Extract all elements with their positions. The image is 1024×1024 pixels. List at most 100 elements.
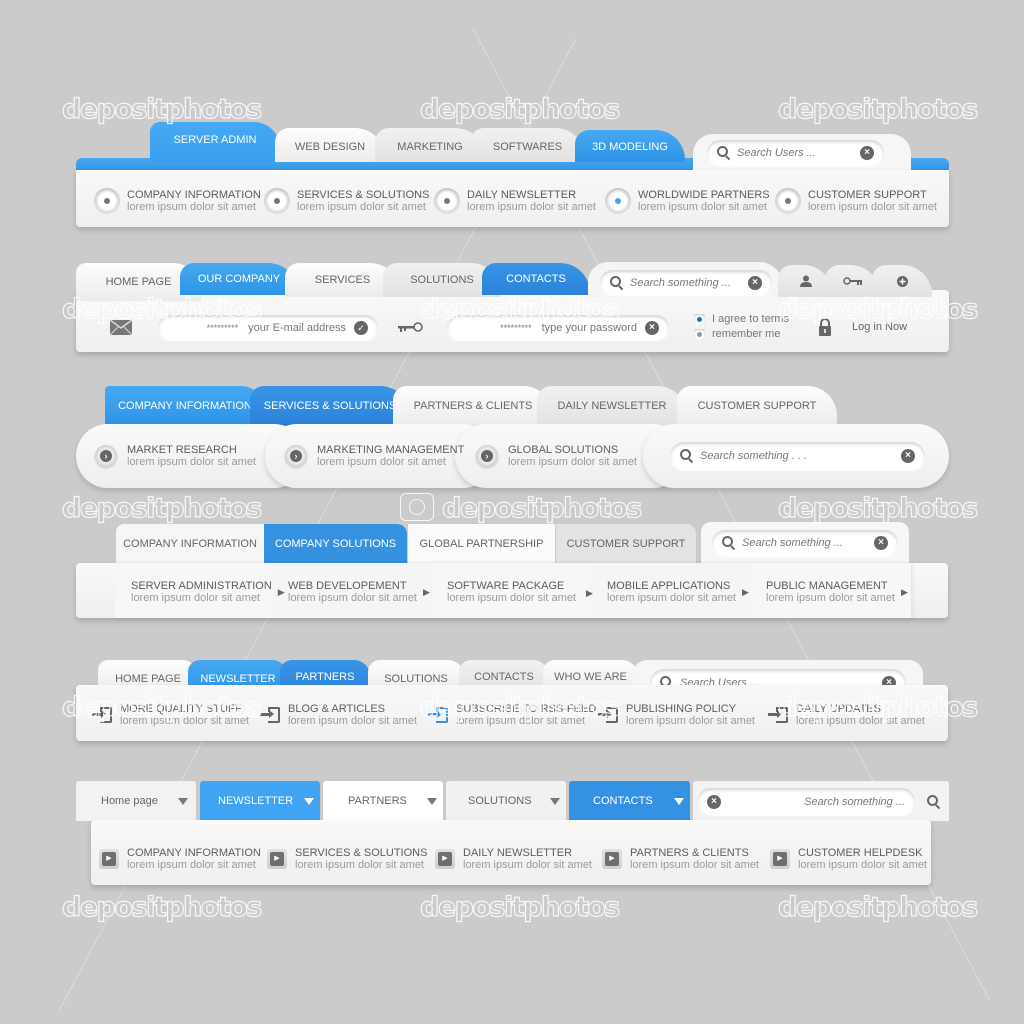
nav2-search-input[interactable]: Search something ... × [600, 270, 772, 295]
nav3-tab-services-solutions[interactable]: SERVICES & SOLUTIONS [250, 386, 410, 426]
enter-icon [598, 706, 618, 724]
item-title: PUBLIC MANAGEMENT [766, 580, 888, 592]
chevron-down-icon [427, 797, 437, 805]
chevron-right-icon: ▶ [277, 586, 285, 597]
nav3-tab-company-information[interactable]: COMPANY INFORMATION [105, 386, 265, 426]
nav6-item[interactable]: ▶ PARTNERS & CLIENTS lorem ipsum dolor si… [602, 847, 759, 871]
arrow-right-icon: › [476, 445, 498, 467]
item-title: DAILY UPDATES [796, 703, 881, 715]
nav1-tab-3d-modeling[interactable]: 3D MODELING [575, 130, 685, 162]
nav2-tab-plus[interactable] [872, 265, 932, 297]
nav1-tab-softwares[interactable]: SOFTWARES [470, 128, 585, 162]
nav6-tab-home-page[interactable]: Home page [76, 781, 196, 821]
close-icon[interactable]: × [874, 536, 888, 550]
nav3-tab-daily-newsletter[interactable]: DAILY NEWSLETTER [537, 386, 687, 426]
item-subtitle: lorem ipsum dolor sit amet [295, 859, 424, 871]
enter-icon [428, 706, 448, 724]
radio-icon [775, 188, 801, 214]
item-title: CUSTOMER SUPPORT [808, 189, 927, 201]
nav4-search-input[interactable]: Search something ... × [712, 530, 898, 556]
nav1-search-input[interactable]: Search Users ... × [707, 140, 884, 166]
play-icon: ▶ [435, 849, 455, 869]
nav3-search-input[interactable]: Search something . . . × [670, 442, 925, 470]
nav1-item-selected[interactable]: WORLDWIDE PARTNERS lorem ipsum dolor sit … [605, 188, 770, 214]
login-button[interactable]: Log in Now [812, 312, 932, 342]
nav6-search-input[interactable]: × Search something ... [697, 788, 915, 815]
nav4-tab-customer-support[interactable]: CUSTOMER SUPPORT [556, 524, 696, 564]
nav4-tab-global-partnership[interactable]: GLOBAL PARTNERSHIP [408, 524, 555, 564]
nav1-item[interactable]: COMPANY INFORMATION lorem ipsum dolor sit… [94, 188, 261, 214]
lock-icon [819, 318, 831, 336]
item-title: MOBILE APPLICATIONS [607, 580, 731, 592]
watermark-camera-logo [400, 493, 438, 521]
close-icon[interactable]: × [645, 320, 659, 335]
nav1-item[interactable]: CUSTOMER SUPPORT lorem ipsum dolor sit am… [775, 188, 937, 214]
user-icon [799, 275, 812, 287]
nav6-tab-contacts[interactable]: CONTACTS [569, 781, 690, 821]
nav5-item-highlighted[interactable]: SUBSCRIBE TO RSS-FEED lorem ipsum dolor s… [428, 703, 596, 727]
item-title: PUBLISHING POLICY [626, 703, 737, 715]
nav3-tab-customer-support[interactable]: CUSTOMER SUPPORT [677, 386, 837, 426]
nav4-item[interactable]: PUBLIC MANAGEMENT lorem ipsum dolor sit a… [766, 580, 908, 604]
item-subtitle: lorem ipsum dolor sit amet [626, 715, 755, 727]
email-field[interactable]: ********* your E-mail address ✓ [158, 315, 378, 340]
item-subtitle: lorem ipsum dolor sit amet [317, 456, 446, 468]
enter-icon [260, 706, 280, 724]
nav2-tab-our-company[interactable]: OUR COMPANY [180, 263, 298, 295]
nav1-tab-web-design[interactable]: WEB DESIGN [275, 128, 385, 162]
nav4-item[interactable]: SOFTWARE PACKAGE lorem ipsum dolor sit am… [447, 580, 576, 604]
close-icon[interactable]: × [748, 275, 762, 290]
nav1-item[interactable]: DAILY NEWSLETTER lorem ipsum dolor sit am… [434, 188, 596, 214]
nav4-item[interactable]: MOBILE APPLICATIONS lorem ipsum dolor sit… [607, 580, 749, 604]
enter-icon [92, 706, 112, 724]
nav3-item[interactable]: › MARKETING MANAGEMENT lorem ipsum dolor … [285, 444, 464, 468]
nav4-item[interactable]: WEB DEVELOPEMENT lorem ipsum dolor sit am… [288, 580, 430, 604]
nav1-tab-marketing[interactable]: MARKETING [375, 128, 485, 162]
nav6-tab-partners[interactable]: PARTNERS [323, 781, 443, 821]
close-icon[interactable]: × [860, 146, 874, 160]
chevron-right-icon: ▶ [742, 586, 749, 597]
nav5-item[interactable]: DAILY UPDATES lorem ipsum dolor sit amet [768, 703, 925, 727]
item-subtitle: lorem ipsum dolor sit amet [127, 201, 256, 213]
nav6-item[interactable]: ▶ COMPANY INFORMATION lorem ipsum dolor s… [99, 847, 261, 871]
nav2-tab-contacts[interactable]: CONTACTS [482, 263, 590, 295]
agree-checkbox[interactable]: I agree to terms [694, 313, 789, 325]
remember-checkbox[interactable]: remember me [694, 328, 780, 340]
tab-label: CONTACTS [593, 795, 653, 807]
nav3-tab-partners-clients[interactable]: PARTNERS & CLIENTS [393, 386, 553, 426]
nav3-item[interactable]: › MARKET RESEARCH lorem ipsum dolor sit a… [95, 444, 256, 468]
item-title: SOFTWARE PACKAGE [447, 580, 565, 592]
nav5-item[interactable]: MORE QUALITY STUFF lorem ipsum dolor sit … [92, 703, 249, 727]
watermark: depositphotos [61, 492, 263, 524]
nav3-item[interactable]: › GLOBAL SOLUTIONS lorem ipsum dolor sit … [476, 444, 637, 468]
chevron-right-icon: ▶ [586, 588, 593, 598]
nav5-item[interactable]: BLOG & ARTICLES lorem ipsum dolor sit ame… [260, 703, 417, 727]
nav6-tab-solutions[interactable]: SOLUTIONS [446, 781, 566, 821]
item-title: BLOG & ARTICLES [288, 703, 386, 715]
item-title: MORE QUALITY STUFF [120, 703, 242, 715]
password-field[interactable]: ********* type your password × [447, 315, 669, 340]
key-icon [842, 277, 862, 285]
arrow-right-icon: › [95, 445, 117, 467]
nav4-item[interactable]: SERVER ADMINISTRATION lorem ipsum dolor s… [131, 580, 285, 604]
nav1-tab-server-admin[interactable]: SERVER ADMIN [150, 122, 280, 162]
item-subtitle: lorem ipsum dolor sit amet [798, 859, 927, 871]
nav1-item[interactable]: SERVICES & SOLUTIONS lorem ipsum dolor si… [264, 188, 429, 214]
nav4-tab-company-solutions[interactable]: COMPANY SOLUTIONS [264, 524, 407, 564]
play-icon: ▶ [267, 849, 287, 869]
nav6-item[interactable]: ▶ SERVICES & SOLUTIONS lorem ipsum dolor … [267, 847, 427, 871]
nav6-tab-newsletter[interactable]: NEWSLETTER [200, 781, 320, 821]
close-icon[interactable]: × [707, 794, 721, 809]
nav6-item[interactable]: ▶ DAILY NEWSLETTER lorem ipsum dolor sit … [435, 847, 592, 871]
chevron-down-icon [178, 797, 188, 805]
item-subtitle: lorem ipsum dolor sit amet [607, 592, 736, 604]
nav4-tab-company-information[interactable]: COMPANY INFORMATION [116, 524, 264, 564]
item-title: SERVICES & SOLUTIONS [297, 189, 430, 201]
watermark: depositphotos [777, 93, 979, 125]
close-icon[interactable]: × [901, 449, 915, 463]
nav6-item[interactable]: ▶ CUSTOMER HELPDESK lorem ipsum dolor sit… [770, 847, 927, 871]
search-icon [717, 146, 731, 160]
plus-icon [896, 275, 908, 287]
nav5-item[interactable]: PUBLISHING POLICY lorem ipsum dolor sit a… [598, 703, 755, 727]
item-title: GLOBAL SOLUTIONS [508, 444, 619, 456]
